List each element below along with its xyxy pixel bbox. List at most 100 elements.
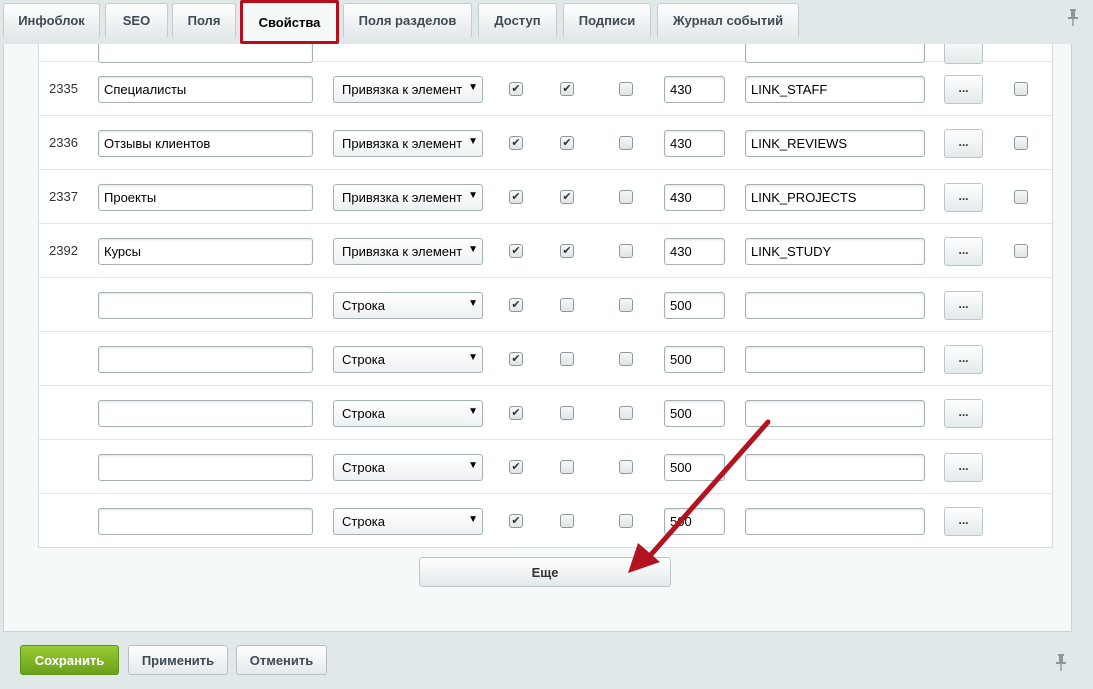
property-settings-button[interactable]: ... xyxy=(944,75,983,104)
tab-fields[interactable]: Поля xyxy=(172,3,236,37)
property-multiple-checkbox[interactable]: ✔ xyxy=(560,82,574,96)
property-settings-button[interactable]: ... xyxy=(944,399,983,428)
property-multiple-checkbox[interactable]: ✔ xyxy=(560,244,574,258)
property-required-checkbox[interactable] xyxy=(619,406,633,420)
property-active-checkbox[interactable]: ✔ xyxy=(509,406,523,420)
property-sort-input[interactable]: 430 xyxy=(664,184,725,211)
table-row: Строка ▼ ✔ 500... xyxy=(39,386,1052,440)
property-type-select[interactable]: Привязка к элемент ▼ xyxy=(333,184,483,211)
save-button[interactable]: Сохранить xyxy=(20,645,119,675)
property-type-select[interactable]: Строка ▼ xyxy=(333,454,483,481)
property-delete-checkbox[interactable] xyxy=(1014,136,1028,150)
property-name-input[interactable]: Проекты xyxy=(98,184,313,211)
property-code-input[interactable]: LINK_STUDY xyxy=(745,238,925,265)
property-code-input[interactable] xyxy=(745,454,925,481)
property-code-input[interactable] xyxy=(745,44,925,63)
property-sort-input[interactable]: 500 xyxy=(664,400,725,427)
property-settings-button[interactable]: ... xyxy=(944,291,983,320)
tab-seo[interactable]: SEO xyxy=(105,3,168,37)
property-required-checkbox[interactable] xyxy=(619,460,633,474)
property-sort-input[interactable]: 430 xyxy=(664,130,725,157)
property-active-checkbox[interactable]: ✔ xyxy=(509,514,523,528)
apply-button[interactable]: Применить xyxy=(128,645,228,675)
property-name-input[interactable] xyxy=(98,346,313,373)
property-required-checkbox[interactable] xyxy=(619,514,633,528)
property-multiple-checkbox[interactable] xyxy=(560,460,574,474)
property-active-checkbox[interactable]: ✔ xyxy=(509,298,523,312)
property-required-checkbox[interactable] xyxy=(619,352,633,366)
property-name-input[interactable] xyxy=(98,292,313,319)
property-sort-input[interactable]: 500 xyxy=(664,454,725,481)
tab-section-fields[interactable]: Поля разделов xyxy=(343,3,472,37)
property-settings-button[interactable]: ... xyxy=(944,453,983,482)
property-type-select[interactable]: Строка ▼ xyxy=(333,508,483,535)
property-code-input[interactable] xyxy=(745,346,925,373)
property-multiple-checkbox[interactable] xyxy=(560,514,574,528)
property-active-checkbox[interactable]: ✔ xyxy=(509,136,523,150)
property-multiple-checkbox[interactable]: ✔ xyxy=(560,190,574,204)
property-name-input[interactable]: Специалисты xyxy=(98,76,313,103)
property-settings-button[interactable]: ... xyxy=(944,237,983,266)
property-required-checkbox[interactable] xyxy=(619,136,633,150)
property-delete-checkbox[interactable] xyxy=(1014,244,1028,258)
property-required-checkbox[interactable] xyxy=(619,190,633,204)
property-settings-button[interactable]: ... xyxy=(944,507,983,536)
property-name-input[interactable] xyxy=(98,454,313,481)
chevron-down-icon: ▼ xyxy=(466,244,478,255)
property-sort-input[interactable]: 500 xyxy=(664,346,725,373)
checkmark-icon: ✔ xyxy=(511,352,521,365)
property-name-input[interactable] xyxy=(98,508,313,535)
property-code-input[interactable]: LINK_REVIEWS xyxy=(745,130,925,157)
property-delete-checkbox[interactable] xyxy=(1014,190,1028,204)
chevron-down-icon: ▼ xyxy=(466,82,478,93)
property-code-input[interactable] xyxy=(745,508,925,535)
pin-icon[interactable] xyxy=(1067,9,1079,27)
property-active-checkbox[interactable]: ✔ xyxy=(509,190,523,204)
property-code-input[interactable]: LINK_PROJECTS xyxy=(745,184,925,211)
more-button[interactable]: Еще xyxy=(419,557,671,587)
property-name-input[interactable] xyxy=(98,400,313,427)
tab-infoblock[interactable]: Инфоблок xyxy=(3,3,100,37)
property-code-input[interactable]: LINK_STAFF xyxy=(745,76,925,103)
property-id: 2335 xyxy=(49,81,78,96)
property-required-checkbox[interactable] xyxy=(619,244,633,258)
property-code-input[interactable] xyxy=(745,400,925,427)
property-settings-button[interactable] xyxy=(944,44,983,64)
table-row: 2335 Специалисты Привязка к элемент ▼ ✔ ✔ 430 L… xyxy=(39,62,1052,116)
property-active-checkbox[interactable]: ✔ xyxy=(509,352,523,366)
property-sort-input[interactable]: 430 xyxy=(664,76,725,103)
property-type-select[interactable]: Привязка к элемент ▼ xyxy=(333,238,483,265)
property-type-select[interactable]: Строка ▼ xyxy=(333,292,483,319)
property-name-input[interactable]: Курсы xyxy=(98,238,313,265)
property-code-input[interactable] xyxy=(745,292,925,319)
property-multiple-checkbox[interactable] xyxy=(560,298,574,312)
property-sort-input[interactable]: 500 xyxy=(664,292,725,319)
tab-event-log[interactable]: Журнал событий xyxy=(657,3,799,37)
cancel-button[interactable]: Отменить xyxy=(236,645,327,675)
property-required-checkbox[interactable] xyxy=(619,82,633,96)
property-type-select[interactable]: Строка ▼ xyxy=(333,346,483,373)
property-active-checkbox[interactable]: ✔ xyxy=(509,460,523,474)
property-type-select[interactable]: Привязка к элемент ▼ xyxy=(333,76,483,103)
property-active-checkbox[interactable]: ✔ xyxy=(509,82,523,96)
property-multiple-checkbox[interactable]: ✔ xyxy=(560,136,574,150)
tab-access[interactable]: Доступ xyxy=(478,3,557,37)
property-active-checkbox[interactable]: ✔ xyxy=(509,244,523,258)
property-multiple-checkbox[interactable] xyxy=(560,406,574,420)
property-multiple-checkbox[interactable] xyxy=(560,352,574,366)
property-delete-checkbox[interactable] xyxy=(1014,82,1028,96)
property-settings-button[interactable]: ... xyxy=(944,129,983,158)
property-type-select[interactable]: Строка ▼ xyxy=(333,400,483,427)
property-sort-input[interactable]: 500 xyxy=(664,508,725,535)
property-type-select[interactable]: Привязка к элемент ▼ xyxy=(333,130,483,157)
property-settings-button[interactable]: ... xyxy=(944,345,983,374)
property-required-checkbox[interactable] xyxy=(619,298,633,312)
pin-icon[interactable] xyxy=(1055,654,1067,672)
property-name-input[interactable] xyxy=(98,44,313,63)
tab-captions[interactable]: Подписи xyxy=(563,3,651,37)
property-name-input[interactable]: Отзывы клиентов xyxy=(98,130,313,157)
property-settings-button[interactable]: ... xyxy=(944,183,983,212)
chevron-down-icon: ▼ xyxy=(466,136,478,147)
property-sort-input[interactable]: 430 xyxy=(664,238,725,265)
tab-properties[interactable]: Свойства xyxy=(240,0,339,44)
